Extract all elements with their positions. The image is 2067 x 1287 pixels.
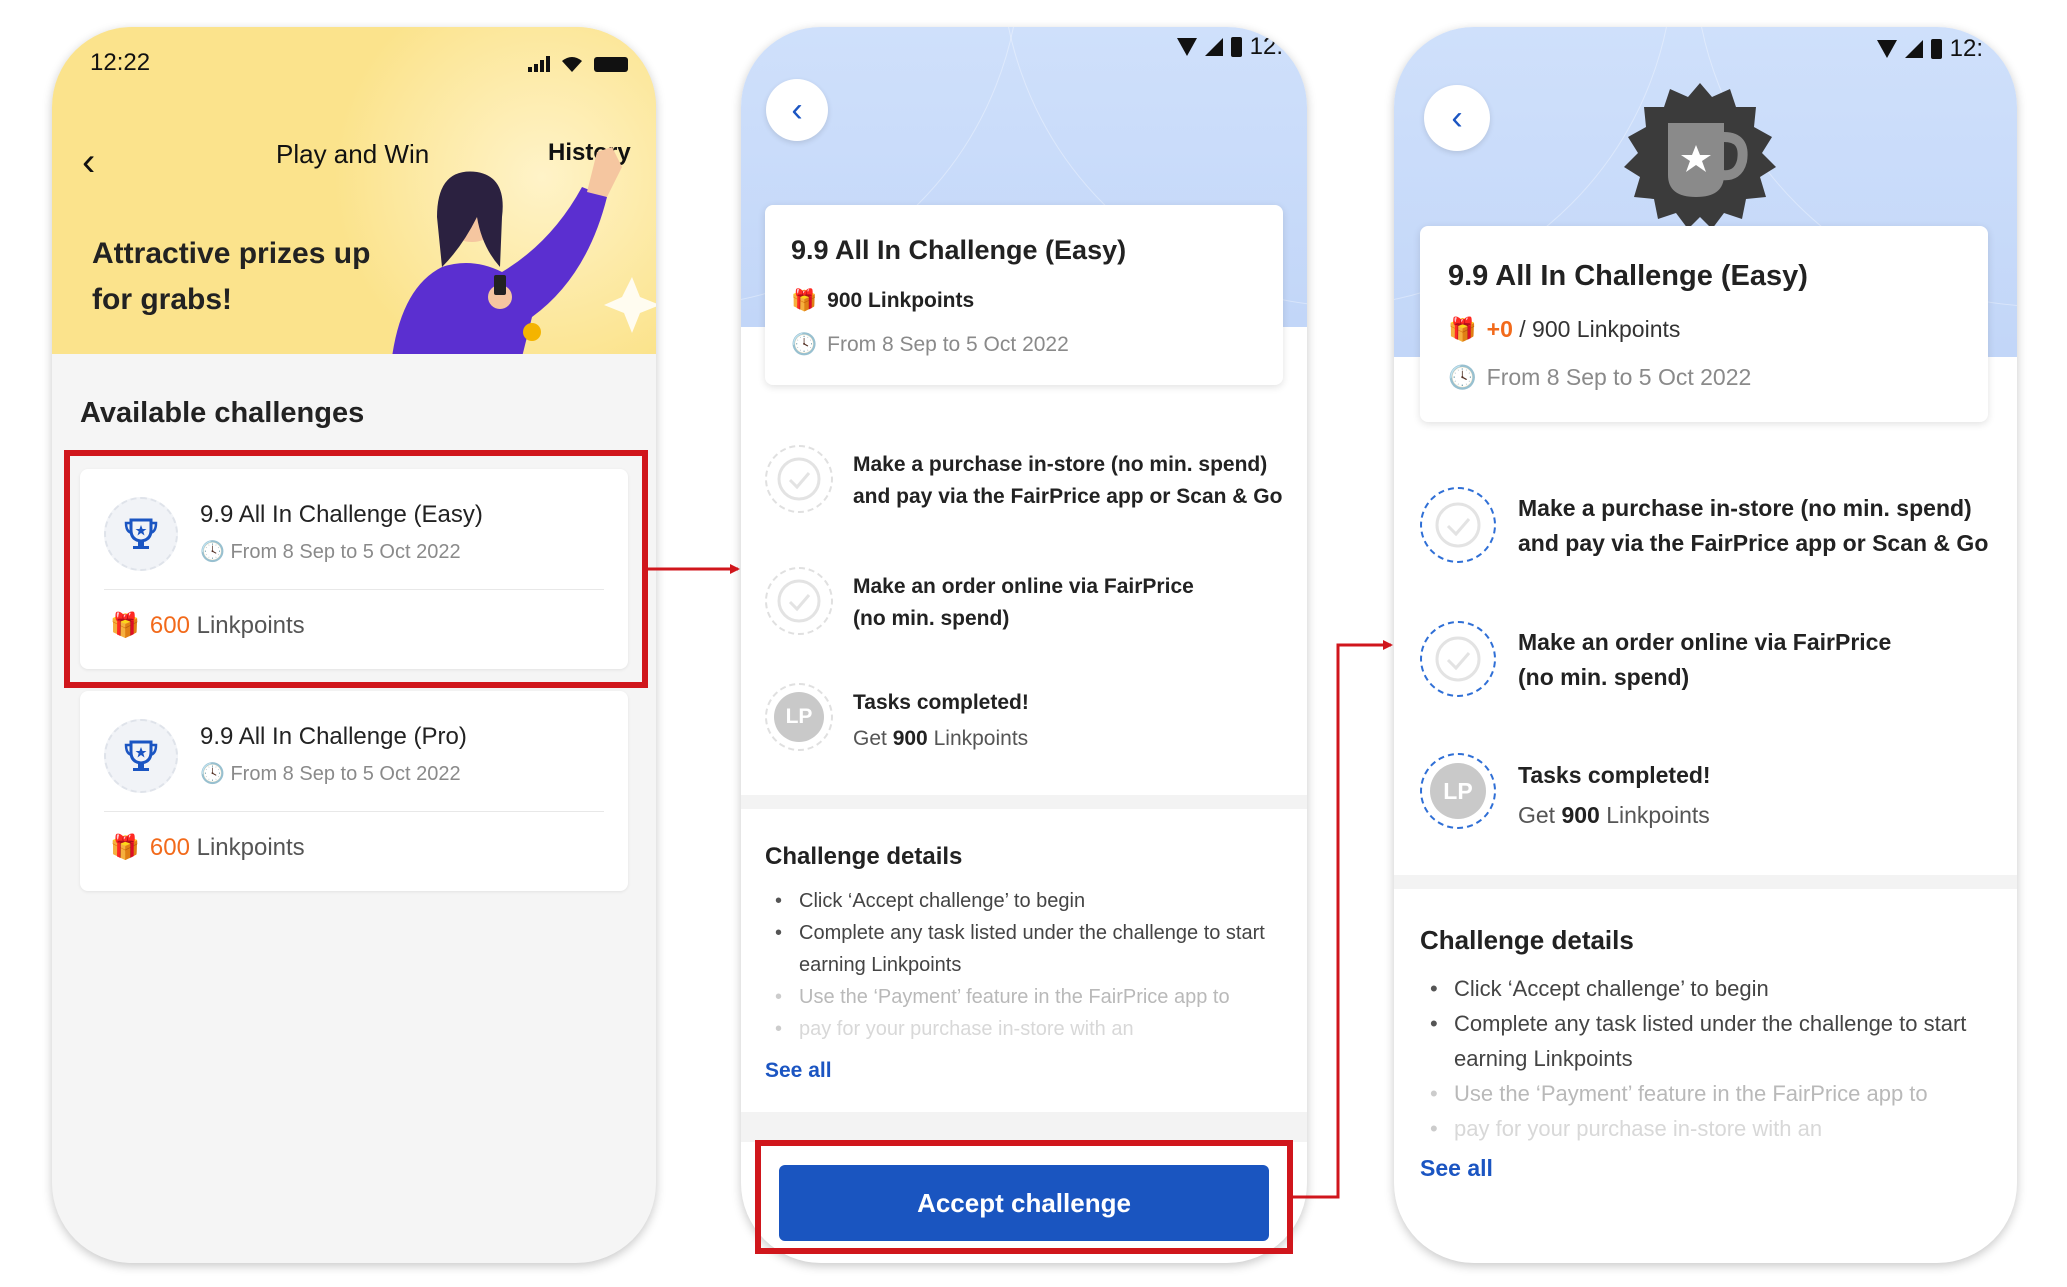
flow-arrows [648, 564, 1393, 1199]
arrow-to-accepted [1293, 640, 1393, 1199]
